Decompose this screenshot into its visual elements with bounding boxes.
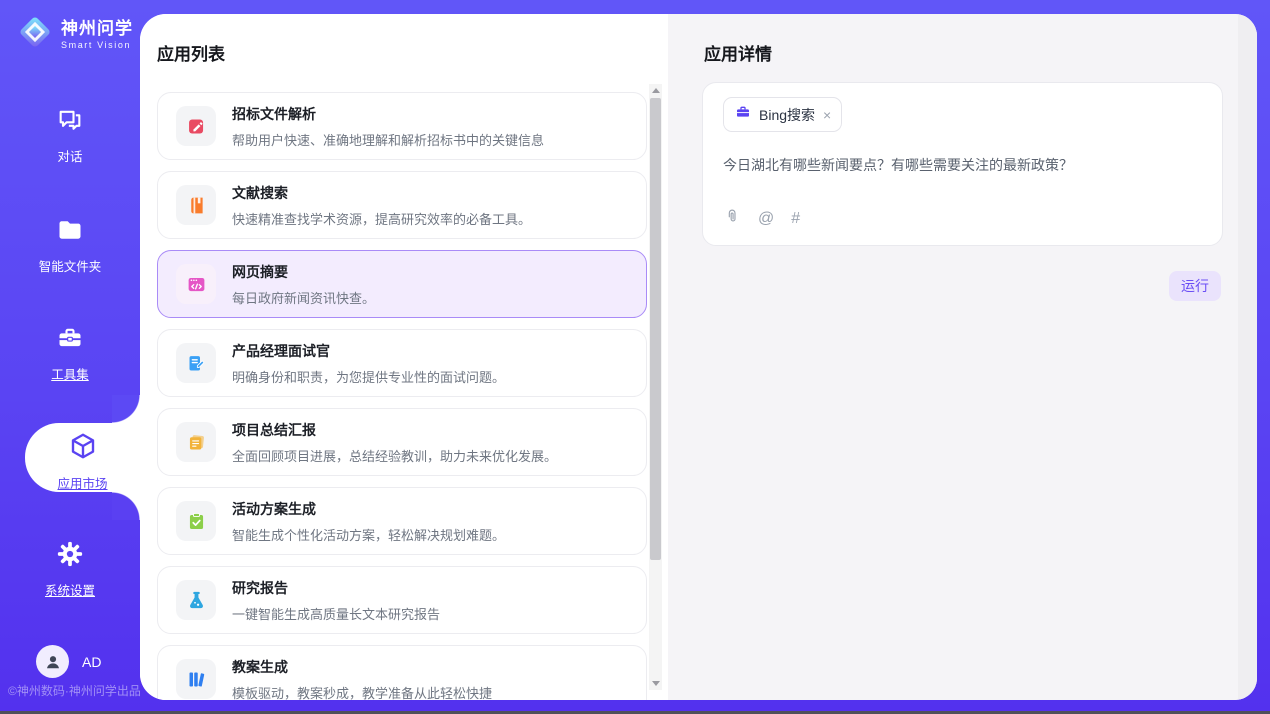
sidebar-item-settings[interactable]: 系统设置: [0, 540, 140, 600]
scrollbar-thumb[interactable]: [650, 98, 661, 560]
sidebar-item-smart-folder[interactable]: 智能文件夹: [0, 216, 140, 276]
app-card-pm-interviewer[interactable]: 产品经理面试官 明确身份和职责，为您提供专业性的面试问题。: [157, 329, 647, 397]
app-name: 产品经理面试官: [232, 341, 505, 361]
app-card-web-summary[interactable]: 网页摘要 每日政府新闻资讯快查。: [157, 250, 647, 318]
brand-name: 神州问学: [61, 19, 133, 39]
toolbox-icon: [0, 324, 140, 357]
app-name: 项目总结汇报: [232, 420, 557, 440]
scroll-down-arrow-icon[interactable]: [649, 677, 662, 690]
app-card-research-report[interactable]: 研究报告 一键智能生成高质量长文本研究报告: [157, 566, 647, 634]
cube-icon: [25, 431, 140, 466]
app-card-literature-search[interactable]: 文献搜索 快速精准查找学术资源，提高研究效率的必备工具。: [157, 171, 647, 239]
app-window: 神州问学 Smart Vision 对话 智能文件夹: [0, 0, 1270, 714]
sidebar-item-chat[interactable]: 对话: [0, 106, 140, 166]
sidebar-item-label: 对话: [57, 150, 82, 164]
tool-tag-bing-search[interactable]: Bing搜索 ×: [723, 97, 842, 132]
app-name: 教案生成: [232, 657, 492, 677]
book-icon: [176, 185, 216, 225]
app-desc: 帮助用户快速、准确地理解和解析招标书中的关键信息: [232, 130, 544, 149]
run-button[interactable]: 运行: [1169, 271, 1221, 301]
sidebar: 神州问学 Smart Vision 对话 智能文件夹: [0, 0, 140, 711]
books-icon: [176, 659, 216, 699]
app-desc: 模板驱动，教案秒成，教学准备从此轻松快捷: [232, 683, 492, 701]
app-card-project-summary[interactable]: 项目总结汇报 全面回顾项目进展，总结经验教训，助力未来优化发展。: [157, 408, 647, 476]
app-desc: 快速精准查找学术资源，提高研究效率的必备工具。: [232, 209, 531, 228]
user-account[interactable]: AD: [36, 645, 101, 678]
app-list-panel: 应用列表 招标文件解析 帮助用户快速、准确地理解和解析招标书中的关键信息: [140, 14, 668, 700]
sidebar-item-toolbox[interactable]: 工具集: [0, 324, 140, 384]
app-desc: 全面回顾项目进展，总结经验教训，助力未来优化发展。: [232, 446, 557, 465]
scroll-up-arrow-icon[interactable]: [649, 84, 662, 97]
avatar: [36, 645, 69, 678]
folder-icon: [0, 216, 140, 249]
app-name: 网页摘要: [232, 262, 375, 282]
brand-diamond-icon: [16, 13, 54, 56]
hash-icon[interactable]: #: [791, 210, 800, 228]
question-text[interactable]: 今日湖北有哪些新闻要点？有哪些需要关注的最新政策？: [723, 155, 1202, 175]
sidebar-item-label: 系统设置: [45, 584, 95, 598]
app-name: 招标文件解析: [232, 104, 544, 124]
sidebar-item-app-market-content[interactable]: 应用市场: [25, 431, 140, 493]
gear-icon: [0, 540, 140, 573]
tag-label: Bing搜索: [759, 105, 815, 125]
briefcase-icon: [735, 104, 751, 125]
detail-scrollbar-track[interactable]: [1238, 14, 1257, 700]
app-name: 活动方案生成: [232, 499, 505, 519]
doc-edit-icon: [176, 106, 216, 146]
research-flask-icon: [176, 580, 216, 620]
app-list-scrollbar[interactable]: [649, 84, 662, 690]
app-name: 研究报告: [232, 578, 440, 598]
paperclip-icon[interactable]: [724, 208, 741, 230]
app-desc: 智能生成个性化活动方案，轻松解决规划难题。: [232, 525, 505, 544]
mention-icon[interactable]: @: [758, 210, 774, 228]
clipboard-check-icon: [176, 501, 216, 541]
app-list: 招标文件解析 帮助用户快速、准确地理解和解析招标书中的关键信息 文献搜索: [157, 92, 647, 700]
app-detail-title: 应用详情: [704, 40, 772, 65]
app-list-title: 应用列表: [157, 40, 668, 65]
interview-doc-icon: [176, 343, 216, 383]
app-card-bid-parse[interactable]: 招标文件解析 帮助用户快速、准确地理解和解析招标书中的关键信息: [157, 92, 647, 160]
active-bubble-flare-bottom: [112, 492, 140, 520]
app-desc: 一键智能生成高质量长文本研究报告: [232, 604, 440, 623]
active-bubble-flare-top: [112, 395, 140, 423]
user-initials: AD: [82, 654, 101, 670]
app-desc: 明确身份和职责，为您提供专业性的面试问题。: [232, 367, 505, 386]
app-card-lesson-plan[interactable]: 教案生成 模板驱动，教案秒成，教学准备从此轻松快捷: [157, 645, 647, 700]
copyright-text: ©神州数码·神州问学出品: [8, 682, 141, 699]
app-name: 文献搜索: [232, 183, 531, 203]
app-desc: 每日政府新闻资讯快查。: [232, 288, 375, 307]
input-toolbar: @ #: [724, 208, 800, 230]
close-icon[interactable]: ×: [823, 108, 831, 122]
notes-icon: [176, 422, 216, 462]
sidebar-item-label: 智能文件夹: [39, 260, 102, 274]
brand-logo: 神州问学 Smart Vision: [16, 13, 133, 56]
app-detail-panel: 应用详情 Bing搜索 × 今日湖北有哪些新闻要点？有哪些需要关注的最新政策？: [668, 14, 1257, 700]
sidebar-item-label: 工具集: [51, 368, 89, 382]
chat-icon: [0, 106, 140, 139]
browser-code-icon: [176, 264, 216, 304]
app-card-activity-plan[interactable]: 活动方案生成 智能生成个性化活动方案，轻松解决规划难题。: [157, 487, 647, 555]
main-content: 应用列表 招标文件解析 帮助用户快速、准确地理解和解析招标书中的关键信息: [140, 14, 1257, 700]
app-input-card[interactable]: Bing搜索 × 今日湖北有哪些新闻要点？有哪些需要关注的最新政策？ @ #: [702, 82, 1223, 246]
brand-subtitle: Smart Vision: [61, 40, 133, 50]
sidebar-item-label: 应用市场: [57, 477, 107, 491]
